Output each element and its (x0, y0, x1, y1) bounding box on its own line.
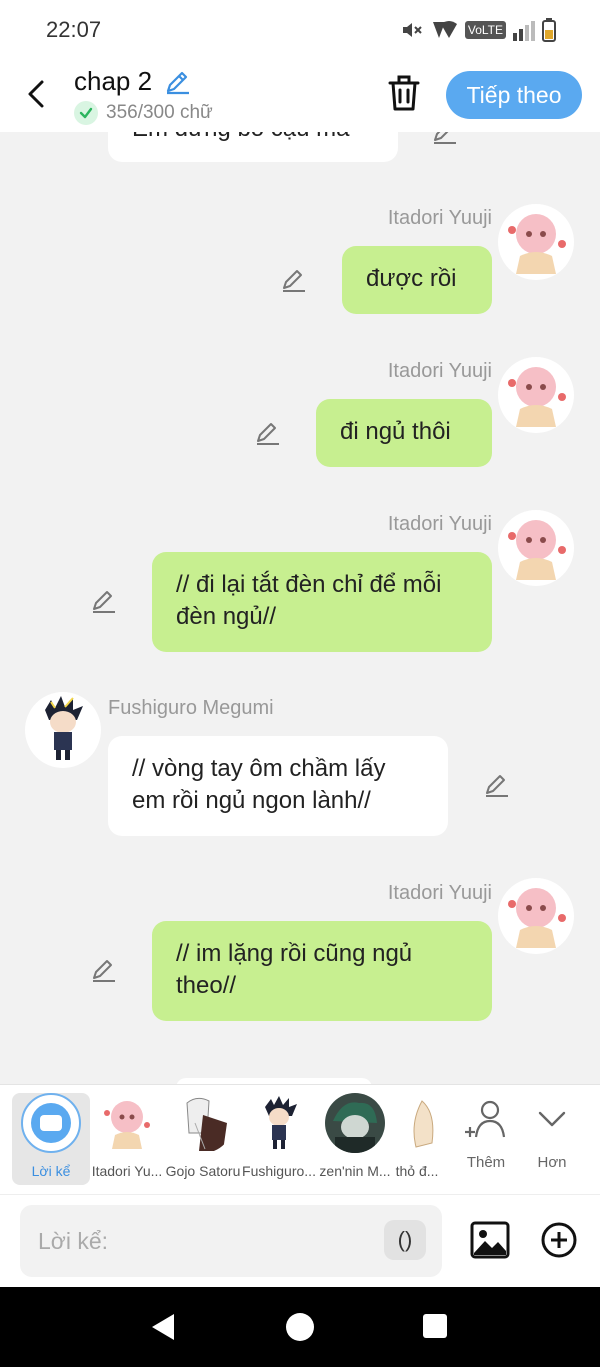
tho-avatar (392, 1093, 442, 1153)
volte-badge: VoLTE (464, 21, 506, 39)
character-narration[interactable]: Lời kể (12, 1093, 90, 1185)
add-person-icon (465, 1100, 506, 1138)
chevron-down-icon (538, 1111, 566, 1127)
message-bubble[interactable]: Em đừng bỏ cậu mà (108, 132, 398, 162)
more-label: Hơn (537, 1154, 567, 1171)
message-text: Em đừng bỏ cậu mà (132, 132, 350, 142)
character-label: Itadori Yu... (91, 1163, 163, 1179)
message-bubble[interactable]: đi ngủ thôi (316, 399, 492, 467)
edit-message-pencil-icon[interactable] (254, 419, 282, 447)
message-bubble[interactable]: // im lặng rồi cũng ngủ theo// (152, 921, 492, 1021)
add-circle-icon[interactable] (540, 1221, 578, 1259)
itadori-avatar[interactable] (498, 357, 574, 433)
sender-name: Itadori Yuuji (387, 207, 492, 229)
edit-title-pencil-icon[interactable] (163, 68, 191, 96)
edit-message-pencil-icon[interactable] (483, 771, 511, 799)
edit-message-pencil-icon[interactable] (280, 266, 308, 294)
sender-name: Itadori Yuuji (387, 360, 492, 382)
character-label: Lời kể (31, 1163, 71, 1179)
character-label: thỏ đ... (395, 1163, 439, 1179)
message-text: // vòng tay ôm chầm lấy em rồi ngủ ngon … (132, 755, 386, 814)
add-label: Thêm (466, 1154, 506, 1171)
character-zenin[interactable]: zen'nin M... (316, 1093, 394, 1179)
next-button[interactable]: Tiếp theo (446, 71, 582, 119)
fushiguro-avatar (249, 1093, 309, 1153)
chapter-title-block: chap 2 356/300 chữ (74, 66, 213, 125)
itadori-avatar[interactable] (498, 878, 574, 954)
mute-icon (402, 23, 422, 37)
more-button[interactable]: Hơn (522, 1099, 582, 1171)
header: chap 2 356/300 chữ Tiếp theo (0, 60, 600, 132)
message-text: đi ngủ thôi (340, 418, 451, 445)
back-arrow-icon[interactable] (20, 76, 56, 112)
check-icon (74, 101, 98, 125)
character-fushiguro[interactable]: Fushiguro... (240, 1093, 318, 1179)
gojo-avatar (173, 1093, 233, 1153)
message-text: // đi lại tắt đèn chỉ để mỗi đèn ngủ// (176, 571, 442, 630)
add-character-button[interactable]: Thêm (456, 1099, 516, 1171)
message-text: // im lặng rồi cũng ngủ theo// (176, 940, 413, 999)
parentheses-button[interactable]: () (384, 1220, 426, 1260)
character-gojo[interactable]: Gojo Satoru (164, 1093, 242, 1179)
chapter-title: chap 2 (74, 66, 153, 96)
itadori-avatar[interactable] (498, 510, 574, 586)
itadori-avatar[interactable] (498, 204, 574, 280)
nav-home-icon[interactable] (286, 1313, 314, 1341)
word-count-row: 356/300 chữ (74, 101, 213, 125)
nav-recents-icon[interactable] (423, 1314, 447, 1338)
status-time: 22:07 (46, 17, 102, 42)
image-icon[interactable] (470, 1221, 510, 1259)
message-bubble[interactable]: // vòng tay ôm chầm lấy em rồi ngủ ngon … (108, 736, 448, 836)
fushiguro-avatar[interactable] (25, 692, 101, 768)
zenin-avatar (325, 1093, 385, 1153)
character-selector: Lời kể Itadori Yu... Gojo Satoru Fushigu… (0, 1084, 600, 1194)
character-label: Gojo Satoru (165, 1163, 241, 1179)
edit-message-pencil-icon[interactable] (90, 587, 118, 615)
word-count: 356/300 chữ (106, 102, 213, 123)
narration-icon (21, 1093, 81, 1153)
edit-message-pencil-icon[interactable] (431, 132, 459, 146)
composer: Lời kể: () (0, 1194, 600, 1287)
character-label: Fushiguro... (242, 1163, 316, 1179)
character-itadori[interactable]: Itadori Yu... (88, 1093, 166, 1179)
sender-name: Itadori Yuuji (387, 513, 492, 535)
character-tho[interactable]: thỏ đ... (392, 1093, 442, 1179)
trash-icon[interactable] (386, 74, 422, 112)
status-icons: VoLTE (399, 18, 556, 42)
status-bar: 22:07 VoLTE (0, 0, 600, 60)
signal-icon (513, 21, 535, 41)
narration-input[interactable]: Lời kể: (20, 1205, 442, 1277)
sender-name: Fushiguro Megumi (108, 697, 274, 719)
itadori-avatar (97, 1093, 157, 1153)
chat-area[interactable]: Em đừng bỏ cậu mà Itadori Yuuji được rồi… (0, 132, 600, 1084)
sender-name: Itadori Yuuji (387, 882, 492, 904)
nav-back-icon[interactable] (150, 1313, 176, 1341)
character-label: zen'nin M... (319, 1163, 391, 1179)
message-bubble[interactable]: // đi lại tắt đèn chỉ để mỗi đèn ngủ// (152, 552, 492, 652)
message-bubble[interactable]: được rồi (342, 246, 492, 314)
system-nav-bar (0, 1287, 600, 1367)
wifi-icon (432, 21, 457, 38)
message-text: được rồi (366, 265, 457, 292)
battery-icon (542, 18, 556, 42)
edit-message-pencil-icon[interactable] (90, 956, 118, 984)
